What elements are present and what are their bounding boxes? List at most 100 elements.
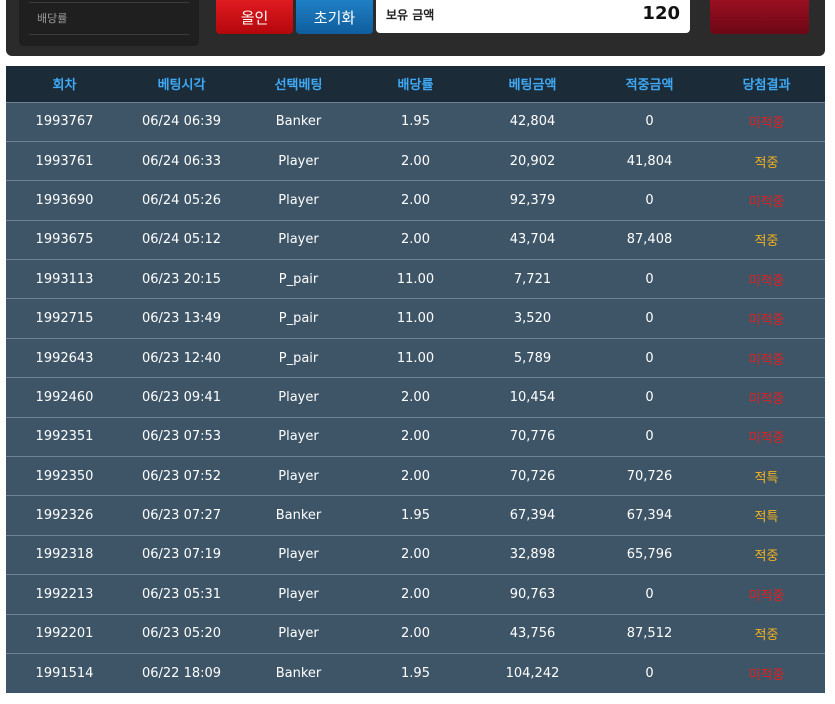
cell-round: 1993113 [6,259,123,299]
cell-pick: Player [240,219,357,260]
cell-hit-amount: 70,726 [591,456,708,496]
cell-result: 적특 [708,495,825,536]
cell-hit-amount: 65,796 [591,534,708,575]
cell-result: 미적중 [708,180,825,221]
cell-bet-amount: 10,454 [474,377,591,418]
odds-box: 배당률 [19,0,199,46]
cell-round: 1992351 [6,416,123,457]
cell-round: 1993690 [6,180,123,221]
cell-bet-time: 06/24 06:39 [123,101,240,142]
header-bet-time: 베팅시각 [157,78,206,94]
cell-pick: Player [240,613,357,654]
cell-bet-amount: 5,789 [474,337,591,378]
cell-odds: 11.00 [357,337,474,378]
cell-pick: Player [240,180,357,221]
cell-odds: 11.00 [357,298,474,339]
reset-button[interactable]: 초기화 [296,0,373,34]
cell-bet-time: 06/23 07:52 [123,456,240,496]
cell-pick: Banker [240,101,357,142]
cell-pick: P_pair [240,298,357,339]
cell-round: 1993767 [6,101,123,142]
header-bet-amount: 베팅금액 [508,78,557,94]
cell-bet-amount: 42,804 [474,101,591,142]
cell-odds: 11.00 [357,259,474,299]
cell-round: 1993675 [6,219,123,260]
table-row: 1992201 06/23 05:20 Player 2.00 43,756 87,512… [6,613,825,654]
cell-odds: 1.95 [357,652,474,693]
cell-hit-amount: 0 [591,574,708,615]
cell-bet-amount: 104,242 [474,652,591,693]
cell-bet-time: 06/24 05:12 [123,219,240,260]
cell-odds: 2.00 [357,456,474,496]
cell-round: 1993761 [6,140,123,181]
cell-odds: 1.95 [357,495,474,536]
cell-pick: Player [240,456,357,496]
cell-result: 적중 [708,613,825,654]
cell-bet-time: 06/23 07:27 [123,495,240,536]
header-pick: 선택베팅 [274,78,323,94]
cell-bet-amount: 70,776 [474,416,591,457]
cell-hit-amount: 0 [591,180,708,221]
cell-round: 1992350 [6,456,123,496]
balance-label: 보유 금액 [386,8,435,22]
cell-round: 1992643 [6,337,123,378]
cell-bet-time: 06/23 09:41 [123,377,240,418]
cell-result: 적중 [708,219,825,260]
cell-result: 미적중 [708,337,825,378]
cell-bet-time: 06/22 18:09 [123,652,240,693]
cell-bet-time: 06/23 20:15 [123,259,240,299]
table-row: 1992460 06/23 09:41 Player 2.00 10,454 0 미적중 [6,377,825,418]
cell-pick: Player [240,140,357,181]
cell-pick: Player [240,574,357,615]
cell-round: 1991514 [6,652,123,693]
cell-bet-amount: 32,898 [474,534,591,575]
place-bet-button[interactable] [710,0,809,34]
cell-result: 미적중 [708,259,825,299]
cell-round: 1992201 [6,613,123,654]
divider [29,34,189,35]
cell-pick: Banker [240,495,357,536]
table-row: 1993675 06/24 05:12 Player 2.00 43,704 87,408… [6,219,825,260]
cell-pick: Player [240,377,357,418]
top-control-panel: 배당률 올인 초기화 보유 금액 120 [6,0,825,56]
cell-odds: 2.00 [357,377,474,418]
table-row: 1992326 06/23 07:27 Banker 1.95 67,394 67,394… [6,495,825,536]
cell-odds: 2.00 [357,180,474,221]
cell-result: 미적중 [708,574,825,615]
cell-hit-amount: 0 [591,259,708,299]
cell-pick: Player [240,416,357,457]
divider [29,2,189,3]
cell-hit-amount: 87,512 [591,613,708,654]
table-row: 1993767 06/24 06:39 Banker 1.95 42,804 0 미적중 [6,101,825,142]
table-row: 1992351 06/23 07:53 Player 2.00 70,776 0 미적중 [6,416,825,457]
cell-result: 적중 [708,534,825,575]
cell-bet-time: 06/24 05:26 [123,180,240,221]
odds-label: 배당률 [37,12,68,25]
cell-odds: 2.00 [357,219,474,260]
cell-bet-time: 06/23 12:40 [123,337,240,378]
cell-result: 미적중 [708,416,825,457]
cell-bet-amount: 43,704 [474,219,591,260]
cell-hit-amount: 0 [591,101,708,142]
cell-result: 미적중 [708,101,825,142]
table-row: 1992318 06/23 07:19 Player 2.00 32,898 65,796… [6,534,825,575]
all-in-button[interactable]: 올인 [216,0,293,34]
cell-bet-time: 06/23 05:20 [123,613,240,654]
header-odds: 배당률 [397,78,434,94]
cell-odds: 2.00 [357,534,474,575]
cell-bet-time: 06/23 07:19 [123,534,240,575]
cell-odds: 2.00 [357,140,474,181]
cell-pick: P_pair [240,337,357,378]
table-row: 1992213 06/23 05:31 Player 2.00 90,763 0 미적중 [6,574,825,615]
header-result: 당첨결과 [742,78,791,94]
cell-pick: Player [240,534,357,575]
cell-bet-time: 06/23 13:49 [123,298,240,339]
balance-value: 120 [642,3,680,24]
balance-box: 보유 금액 120 [376,0,690,33]
cell-round: 1992326 [6,495,123,536]
cell-pick: P_pair [240,259,357,299]
cell-bet-time: 06/24 06:33 [123,140,240,181]
cell-hit-amount: 0 [591,298,708,339]
table-row: 1993690 06/24 05:26 Player 2.00 92,379 0 미적중 [6,180,825,221]
cell-bet-amount: 92,379 [474,180,591,221]
